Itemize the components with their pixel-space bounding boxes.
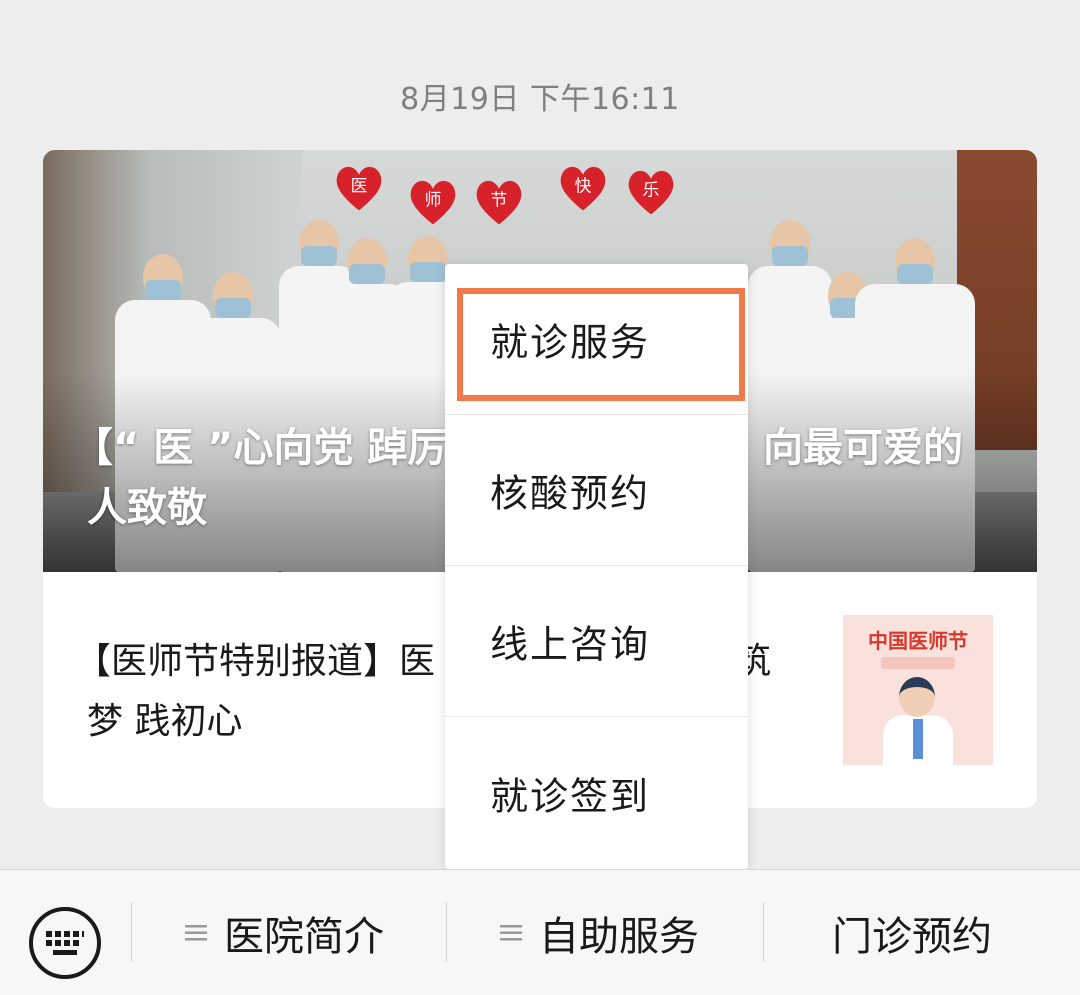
- heart-balloon-icon: 乐: [628, 170, 674, 215]
- submenu-item-online-consult[interactable]: 线上咨询: [445, 566, 748, 717]
- submenu-item-check-in[interactable]: 就诊签到: [445, 717, 748, 869]
- menu-tab-label: 医院简介: [224, 913, 384, 960]
- menu-tab-label: 自助服务: [539, 913, 699, 960]
- heart-balloon-icon: 快: [560, 166, 606, 211]
- doctor-tie: [913, 719, 923, 759]
- balloon-char: 乐: [643, 180, 660, 200]
- heart-balloon-icon: 节: [476, 180, 522, 225]
- heart-balloon-icon: 医: [336, 166, 382, 211]
- menu-tab-hospital-intro[interactable]: 医院简介: [132, 870, 446, 995]
- submenu-list-icon: [500, 924, 522, 940]
- submenu-popup: 就诊服务 核酸预约 线上咨询 就诊签到: [445, 264, 748, 869]
- doctor-head: [899, 677, 935, 717]
- submenu-list-icon: [185, 924, 207, 940]
- submenu-item-label: 就诊服务: [490, 320, 651, 365]
- keyboard-toggle-button[interactable]: [0, 870, 131, 995]
- submenu-item-label: 线上咨询: [490, 622, 651, 667]
- balloon-char: 医: [351, 176, 368, 196]
- submenu-item-nucleic-acid-booking[interactable]: 核酸预约: [445, 415, 748, 566]
- bottom-menu-bar: 医院简介 自助服务 门诊预约: [0, 869, 1080, 995]
- menu-tab-label: 门诊预约: [832, 913, 992, 960]
- submenu-item-consultation-service[interactable]: 就诊服务: [445, 264, 748, 415]
- menu-tab-self-service[interactable]: 自助服务: [447, 870, 763, 995]
- cover-title-line1: 【“ 医 ”心向党 踔厉: [73, 425, 448, 471]
- submenu-item-label: 核酸预约: [490, 471, 651, 516]
- thumbnail-title: 中国医师节: [868, 629, 968, 653]
- submenu-item-label: 就诊签到: [490, 774, 651, 819]
- message-timestamp: 8月19日 下午16:11: [400, 82, 680, 117]
- keyboard-icon: [29, 907, 101, 979]
- balloon-char: 快: [575, 176, 592, 196]
- cover-title-line1-right: 向最可爱的: [763, 425, 963, 471]
- balloon-char: 节: [491, 190, 508, 210]
- heart-balloon-icon: 师: [410, 180, 456, 225]
- menu-tab-outpatient-booking[interactable]: 门诊预约: [764, 870, 1080, 995]
- article-thumbnail[interactable]: 中国医师节: [843, 615, 993, 765]
- balloon-char: 师: [425, 190, 442, 210]
- article-title-line1: 【医师节特别报道】医: [75, 641, 436, 682]
- thumbnail-subtitle-bar: [881, 657, 955, 669]
